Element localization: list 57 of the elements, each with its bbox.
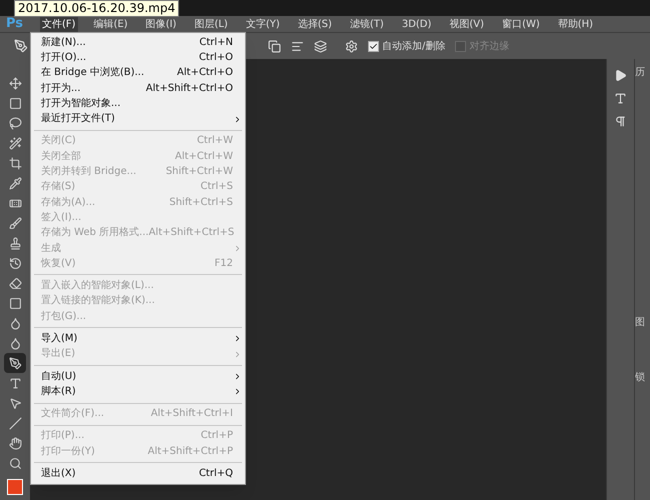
menu-item[interactable]: 视图(V) <box>447 16 486 32</box>
menu-entry[interactable]: 打开(O)... Ctrl+O <box>31 50 245 66</box>
menu-item[interactable]: 3D(D) <box>400 16 434 32</box>
line-tool-icon[interactable] <box>8 416 22 430</box>
path-alignment-icon[interactable] <box>291 40 304 52</box>
filename-tooltip: 2017.10.06-16.20.39.mp4 <box>14 0 180 17</box>
marquee-tool-icon[interactable] <box>8 96 22 110</box>
menu-item[interactable]: 编辑(E) <box>92 16 130 32</box>
eyedropper-tool-icon[interactable] <box>8 176 22 190</box>
panel-tab[interactable]: 图 <box>635 315 645 330</box>
stamp-tool-icon[interactable] <box>8 236 22 250</box>
foreground-color-swatch[interactable] <box>7 479 23 495</box>
character-icon[interactable] <box>614 92 627 105</box>
menu-entry[interactable]: 自动(U) <box>31 368 245 384</box>
hand-tool-icon[interactable] <box>8 436 22 450</box>
menu-entry[interactable]: 在 Bridge 中浏览(B)... Alt+Ctrl+O <box>31 66 245 81</box>
path-operations-icon[interactable] <box>268 40 281 52</box>
crop-tool-icon[interactable] <box>8 156 22 170</box>
panel-tab[interactable]: 锁 <box>635 370 645 385</box>
settings-icon[interactable] <box>345 40 358 52</box>
pen-tool-icon[interactable] <box>8 356 22 370</box>
menu-item[interactable]: 窗口(W) <box>500 16 542 32</box>
check-icon <box>369 42 378 50</box>
brush-tool-icon[interactable] <box>8 216 22 230</box>
menu-entry[interactable]: 导入(M) <box>31 331 245 347</box>
checkbox-label: 自动添加/删除 <box>382 40 446 54</box>
menu-item[interactable]: 文件(F) <box>40 16 78 32</box>
menu-entry[interactable]: 退出(X) Ctrl+Q <box>31 466 245 482</box>
panel-tab[interactable]: 历 <box>635 65 645 80</box>
eraser-tool-icon[interactable] <box>8 276 22 290</box>
menu-entry[interactable]: 打开为... Alt+Shift+Ctrl+O <box>31 80 245 96</box>
wand-tool-icon[interactable] <box>8 136 22 150</box>
menu-item[interactable]: 帮助(H) <box>556 16 596 32</box>
lasso-tool-icon[interactable] <box>8 116 22 130</box>
menu-entry[interactable]: 最近打开文件(T) <box>31 111 245 127</box>
menu-item[interactable]: 图像(I) <box>144 16 178 32</box>
path-arrangement-icon[interactable] <box>314 40 327 52</box>
menu-entry[interactable]: 打开为智能对象... <box>31 96 245 112</box>
pen-tool-icon[interactable] <box>14 39 28 53</box>
path-selection-tool-icon[interactable] <box>8 396 22 410</box>
dodge-tool-icon[interactable] <box>8 336 22 350</box>
zoom-tool-icon[interactable] <box>8 456 22 470</box>
bandage-tool-icon[interactable] <box>8 196 22 210</box>
menu-entry[interactable]: 新建(N)... Ctrl+N <box>31 35 245 50</box>
app-logo: Ps <box>6 15 24 34</box>
history-brush-tool-icon[interactable] <box>8 256 22 270</box>
move-tool-icon[interactable] <box>8 76 22 90</box>
menu-entry[interactable]: 脚本(R) <box>31 384 245 400</box>
blur-tool-icon[interactable] <box>8 316 22 330</box>
menu-item[interactable]: 文字(Y) <box>244 16 282 32</box>
menu-item[interactable]: 图层(L) <box>192 16 230 32</box>
menu-item[interactable]: 滤镜(T) <box>348 16 386 32</box>
type-tool-icon[interactable] <box>8 376 22 390</box>
paragraph-icon[interactable] <box>614 115 627 128</box>
checkbox[interactable] <box>368 40 379 52</box>
menu-item[interactable]: 选择(S) <box>296 16 334 32</box>
play-icon[interactable] <box>614 69 627 82</box>
